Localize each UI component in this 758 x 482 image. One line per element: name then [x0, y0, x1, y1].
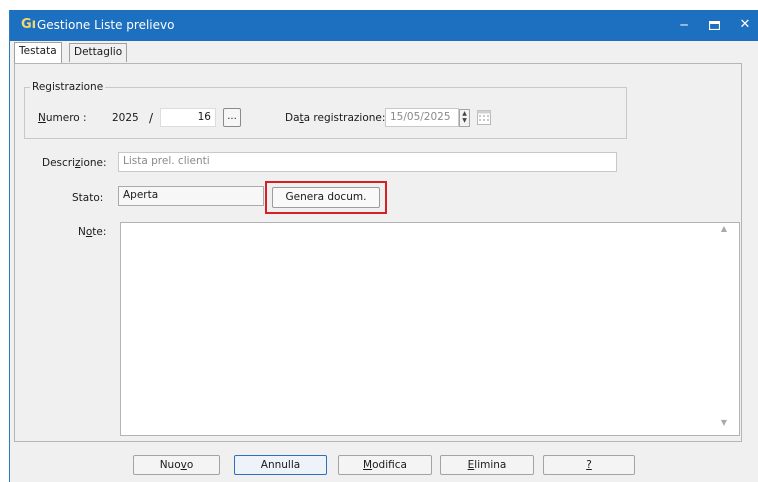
- close-icon[interactable]: ✕: [735, 16, 755, 34]
- data-registrazione-field[interactable]: 15/05/2025: [385, 108, 459, 127]
- help-button[interactable]: ?: [543, 455, 635, 475]
- note-textarea[interactable]: [120, 222, 740, 436]
- genera-documenti-button[interactable]: Genera docum.: [272, 187, 380, 208]
- registrazione-legend: Registrazione: [30, 81, 106, 93]
- nuovo-button[interactable]: Nuovo: [133, 455, 220, 475]
- minimize-icon[interactable]: ─: [674, 16, 694, 34]
- scroll-up-icon[interactable]: ▲: [719, 224, 729, 234]
- data-registrazione-label: Data registrazione:: [285, 112, 386, 124]
- title-bar[interactable]: Gı Gestione Liste prelievo ─ ✕: [10, 10, 758, 41]
- numero-separator: /: [149, 111, 154, 125]
- elimina-button[interactable]: Elimina: [440, 455, 534, 475]
- window-title: Gestione Liste prelievo: [37, 18, 175, 32]
- descrizione-label: Descrizione:: [42, 157, 107, 169]
- numero-field[interactable]: 16: [160, 108, 216, 127]
- app-logo-icon: Gı: [21, 17, 37, 32]
- stato-label: Stato:: [72, 192, 104, 204]
- numero-year: 2025: [112, 112, 139, 124]
- note-label: Note:: [78, 226, 107, 238]
- modifica-button[interactable]: Modifica: [338, 455, 432, 475]
- scroll-down-icon[interactable]: ▼: [719, 418, 729, 428]
- maximize-icon[interactable]: [704, 16, 724, 34]
- numero-lookup-button[interactable]: ...: [223, 108, 241, 127]
- annulla-button[interactable]: Annulla: [234, 455, 327, 475]
- descrizione-field[interactable]: Lista prel. clienti: [118, 152, 617, 172]
- numero-label: Numero :: [38, 112, 87, 124]
- stato-field: Aperta: [118, 186, 264, 206]
- calendar-icon[interactable]: [477, 109, 491, 126]
- tab-dettaglio[interactable]: Dettaglio: [69, 43, 128, 62]
- date-spinner[interactable]: ▲ ▼: [459, 109, 470, 127]
- tab-testata[interactable]: Testata: [14, 42, 62, 63]
